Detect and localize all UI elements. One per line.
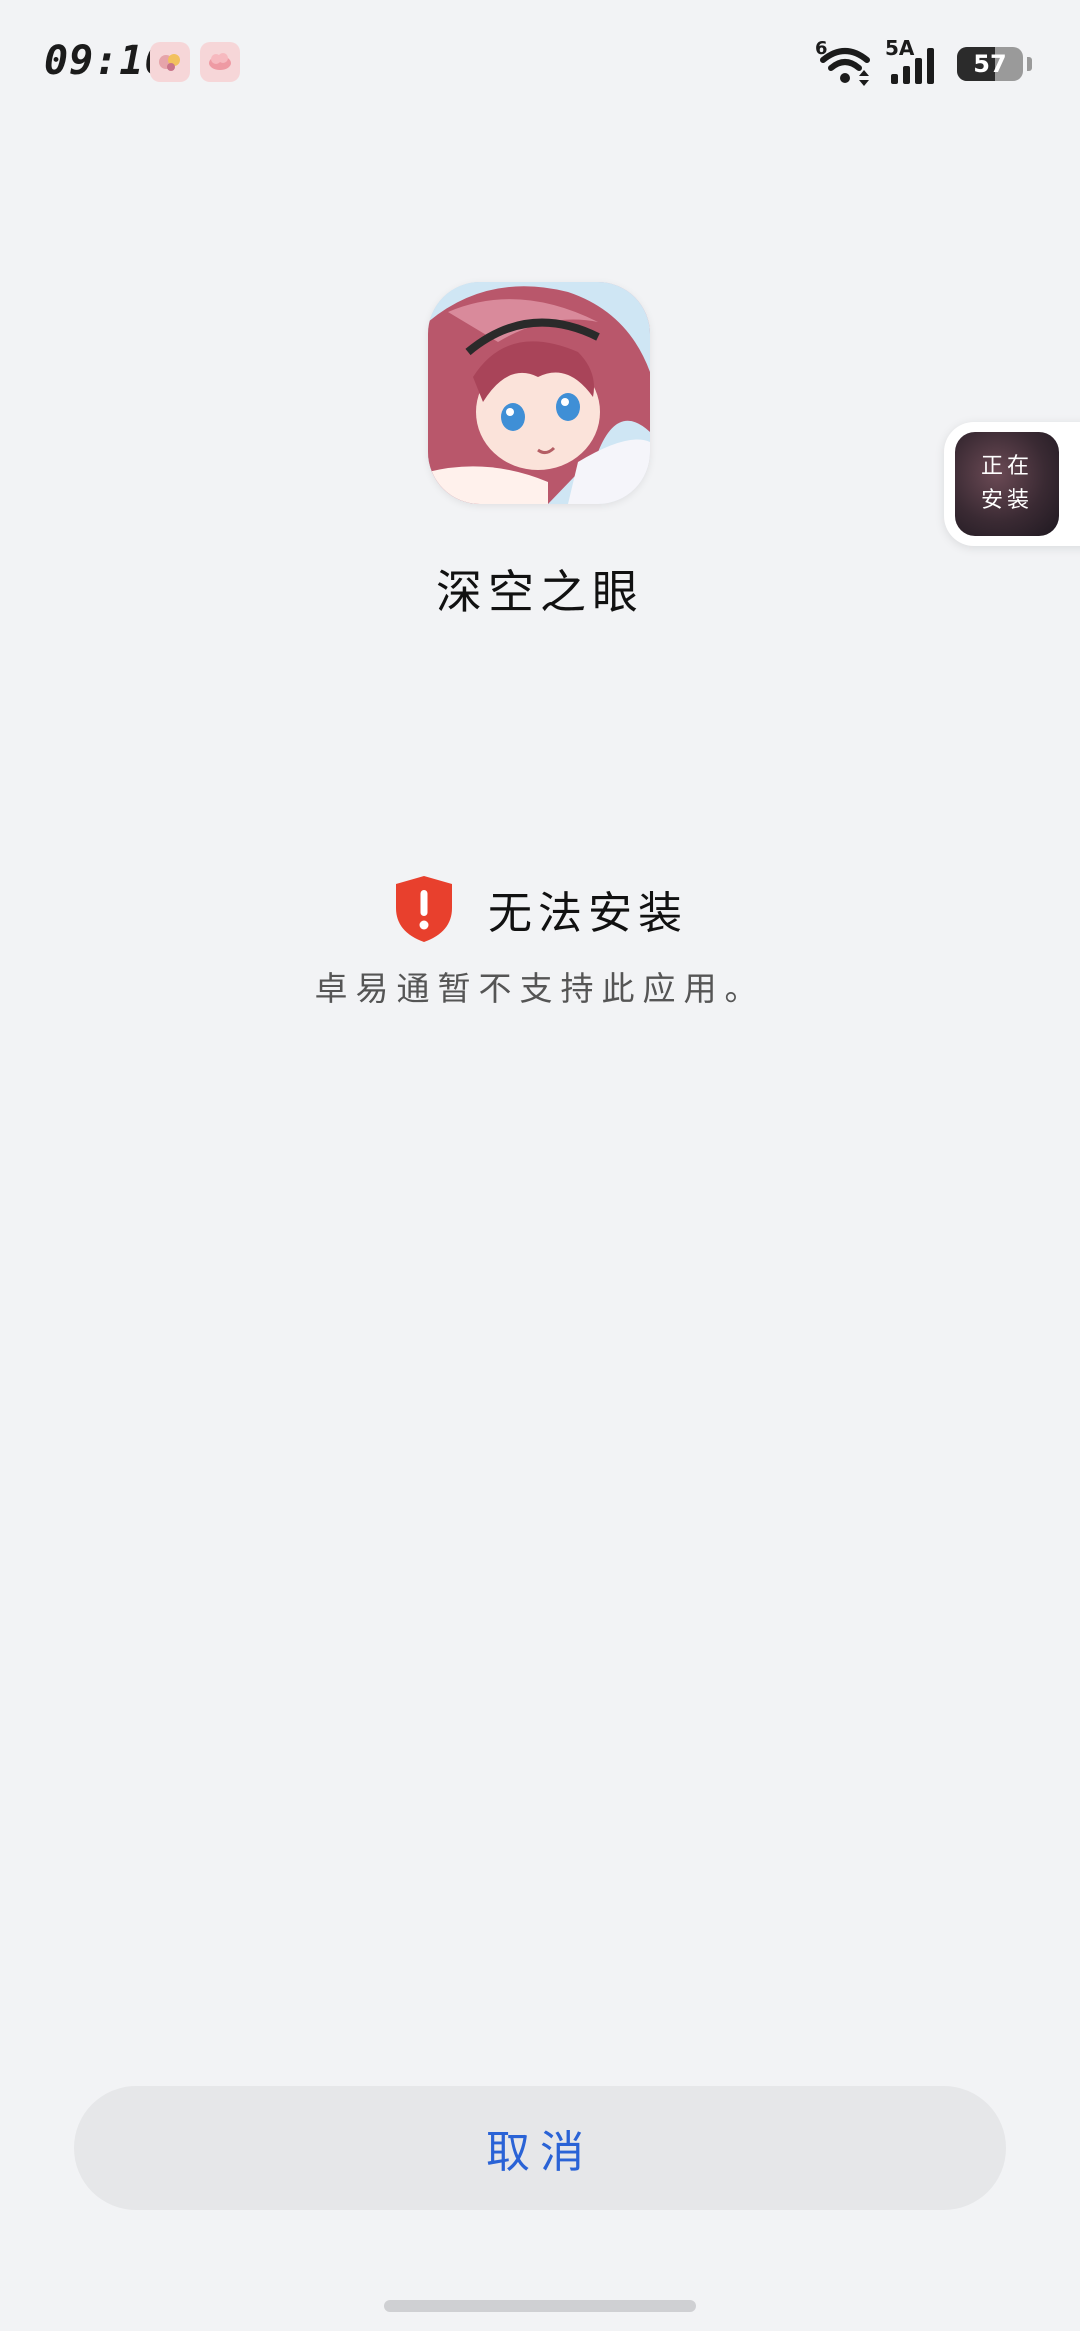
- battery-cap: [1027, 57, 1032, 71]
- installing-floating-widget[interactable]: 正在 安装: [944, 422, 1080, 546]
- wifi-label: 6: [815, 38, 828, 59]
- error-header: 无法安装: [0, 874, 1080, 944]
- wifi-icon: 6: [815, 38, 871, 86]
- notification-app-icon-2: [200, 42, 240, 82]
- cellular-signal-icon: 5A: [885, 36, 943, 86]
- shield-warning-icon: [396, 876, 452, 942]
- status-indicators: 6 5A 57: [815, 36, 1032, 88]
- error-description: 卓易通暂不支持此应用。: [314, 969, 766, 1008]
- installing-label-line2: 安装: [980, 488, 1033, 513]
- signal-label: 5A: [885, 36, 915, 60]
- cancel-button[interactable]: 取消: [74, 2086, 1006, 2210]
- installing-label-line1: 正在: [980, 454, 1033, 479]
- installing-app-thumbnail: 正在 安装: [955, 432, 1059, 536]
- battery-icon: 57: [957, 47, 1023, 81]
- home-indicator[interactable]: [384, 2300, 696, 2312]
- app-name: 深空之眼: [436, 565, 644, 619]
- status-bar: 09:16 6 5A 57: [0, 0, 1080, 120]
- app-icon: [428, 282, 650, 504]
- battery-level: 57: [973, 50, 1007, 78]
- error-title: 无法安装: [488, 888, 688, 939]
- notification-app-icon-1: [150, 42, 190, 82]
